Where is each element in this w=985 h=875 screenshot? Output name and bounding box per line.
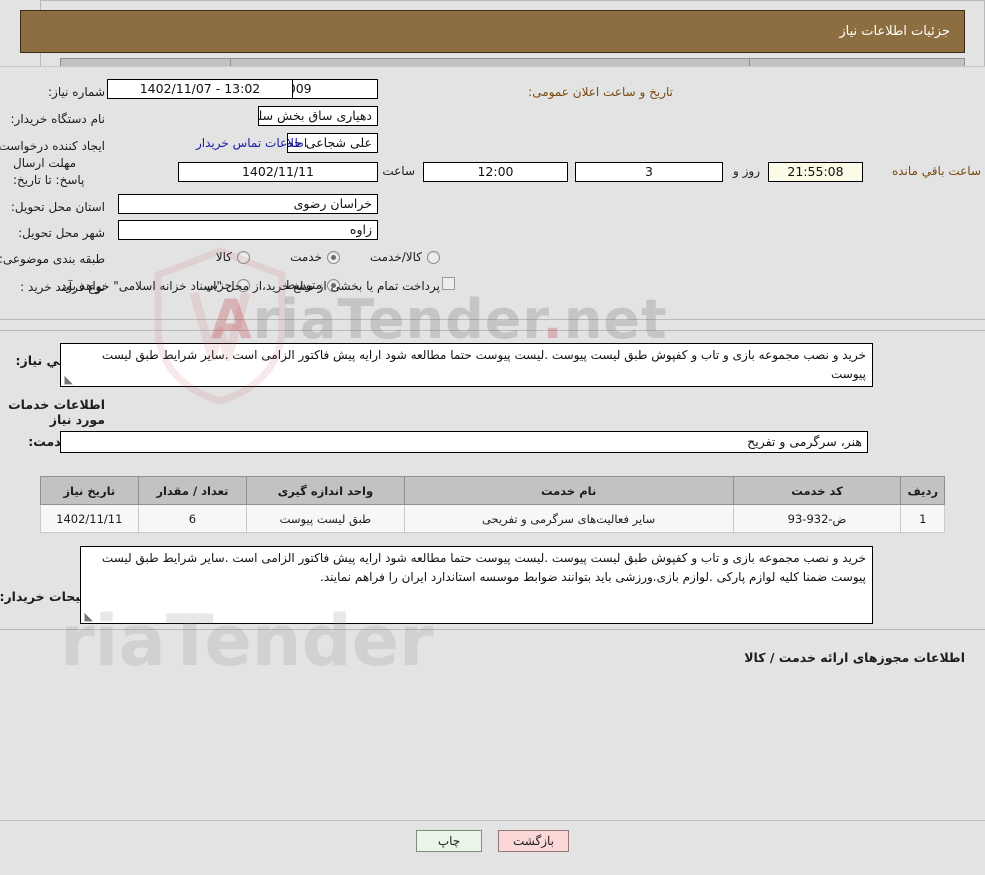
category-option-label-1: خدمت: [290, 250, 322, 264]
treasury-checkbox[interactable]: [442, 277, 455, 290]
creator-label: ایجاد کننده درخواست:: [0, 139, 105, 153]
permits-section-title: اطلاعات مجوزهای ارائه خدمت / کالا: [744, 650, 965, 665]
announce-datetime-value: 13:02 - 1402/11/07: [107, 79, 293, 99]
announce-datetime-label: تاریخ و ساعت اعلان عمومی:: [528, 85, 673, 99]
treasury-note: پرداخت تمام یا بخشی از مبلغ خرید،از محل …: [57, 279, 440, 293]
countdown-label: ساعت باقي مانده: [891, 164, 981, 178]
resize-grip-icon-2[interactable]: ◣: [83, 611, 93, 622]
th-unit: واحد اندازه گیری: [246, 476, 405, 505]
footer-divider: [0, 820, 985, 821]
category-option-label-2: کالا/خدمت: [369, 250, 422, 264]
buyer-notes-text: خرید و نصب مجموعه بازی و تاب و کفپوش طبق…: [101, 551, 866, 584]
countdown-value: 21:55:08: [768, 162, 863, 182]
resize-grip-icon[interactable]: ◣: [63, 374, 73, 385]
th-quantity: تعداد / مقدار: [137, 476, 248, 505]
th-need-date: تاریخ نیاز: [40, 476, 139, 505]
province-label: استان محل تحویل:: [10, 200, 105, 214]
cell-service-code: ض-932-93: [732, 504, 902, 533]
cell-quantity: 6: [137, 504, 248, 533]
requirement-details-panel: شرح کلي نیاز: خرید و نصب مجموعه بازی و ت…: [0, 330, 985, 630]
buyer-notes-value[interactable]: خرید و نصب مجموعه بازی و تاب و کفپوش طبق…: [80, 546, 873, 624]
category-option-kala-khedmat[interactable]: کالا/خدمت: [370, 250, 440, 264]
category-option-khedmat[interactable]: خدمت: [290, 250, 340, 264]
cell-row-no: 1: [900, 504, 945, 533]
deadline-hour-label: ساعت: [382, 164, 415, 178]
remaining-days-label: روز و: [733, 164, 760, 178]
category-option-label-0: کالا: [215, 250, 232, 264]
footer-actions: بازگشت چاپ: [0, 830, 985, 852]
th-row-no: ردیف: [900, 476, 945, 505]
page-header-bar: جزئیات اطلاعات نیاز: [20, 10, 965, 53]
deadline-label: مهلت ارسال پاسخ: تا تاریخ:: [13, 156, 85, 187]
city-value: زاوه: [118, 220, 378, 240]
radio-icon-kala[interactable]: [237, 250, 250, 264]
service-group-value: هنر، سرگرمی و تفریح: [60, 431, 868, 453]
table-row: 1 ض-932-93 سایر فعالیت‌های سرگرمی و تفری…: [40, 504, 945, 533]
province-value: خراسان رضوی: [118, 194, 378, 214]
cell-unit: طبق لیست پیوست: [246, 504, 405, 533]
services-section-title: اطلاعات خدمات مورد نیاز: [8, 397, 105, 427]
category-option-kala[interactable]: کالا: [216, 250, 250, 264]
general-description-text: خرید و نصب مجموعه بازی و تاب و کفپوش طبق…: [101, 348, 866, 381]
cell-service-name: سایر فعالیت‌های سرگرمی و تفریحی: [403, 504, 734, 533]
cell-need-date: 1402/11/11: [40, 504, 139, 533]
need-number-label: شماره نیاز:: [48, 85, 105, 99]
deadline-time-value: 12:00: [423, 162, 568, 182]
remaining-days-value: 3: [575, 162, 723, 182]
category-label: طبقه بندی موضوعی:: [0, 252, 105, 266]
radio-icon-khedmat[interactable]: [327, 250, 340, 264]
radio-icon-kala-khedmat[interactable]: [427, 250, 440, 264]
buyer-org-label: نام دستگاه خریدار:: [10, 112, 106, 126]
city-label: شهر محل تحویل:: [18, 226, 105, 240]
print-button[interactable]: چاپ: [416, 830, 482, 852]
general-description-value[interactable]: خرید و نصب مجموعه بازی و تاب و کفپوش طبق…: [60, 343, 873, 387]
th-service-name: نام خدمت: [403, 476, 734, 505]
back-button[interactable]: بازگشت: [498, 830, 569, 852]
need-info-panel: شماره نیاز: 1102095960000009 تاریخ و ساع…: [0, 66, 985, 320]
page-root: AriaTender.net riaTender جزئیات اطلاعات …: [0, 0, 985, 875]
th-service-code: کد خدمت: [732, 476, 902, 505]
deadline-date-value: 1402/11/11: [178, 162, 378, 182]
table-header-row: ردیف کد خدمت نام خدمت واحد اندازه گیری ت…: [40, 476, 945, 505]
service-items-table: ردیف کد خدمت نام خدمت واحد اندازه گیری ت…: [40, 476, 945, 533]
page-title: جزئیات اطلاعات نیاز: [839, 24, 950, 39]
buyer-contact-link[interactable]: اطلاعات تماس خریدار: [196, 136, 307, 150]
buyer-org-value: دهیاری ساق بخش سلیمان شهرستان زاوه: [258, 106, 378, 126]
